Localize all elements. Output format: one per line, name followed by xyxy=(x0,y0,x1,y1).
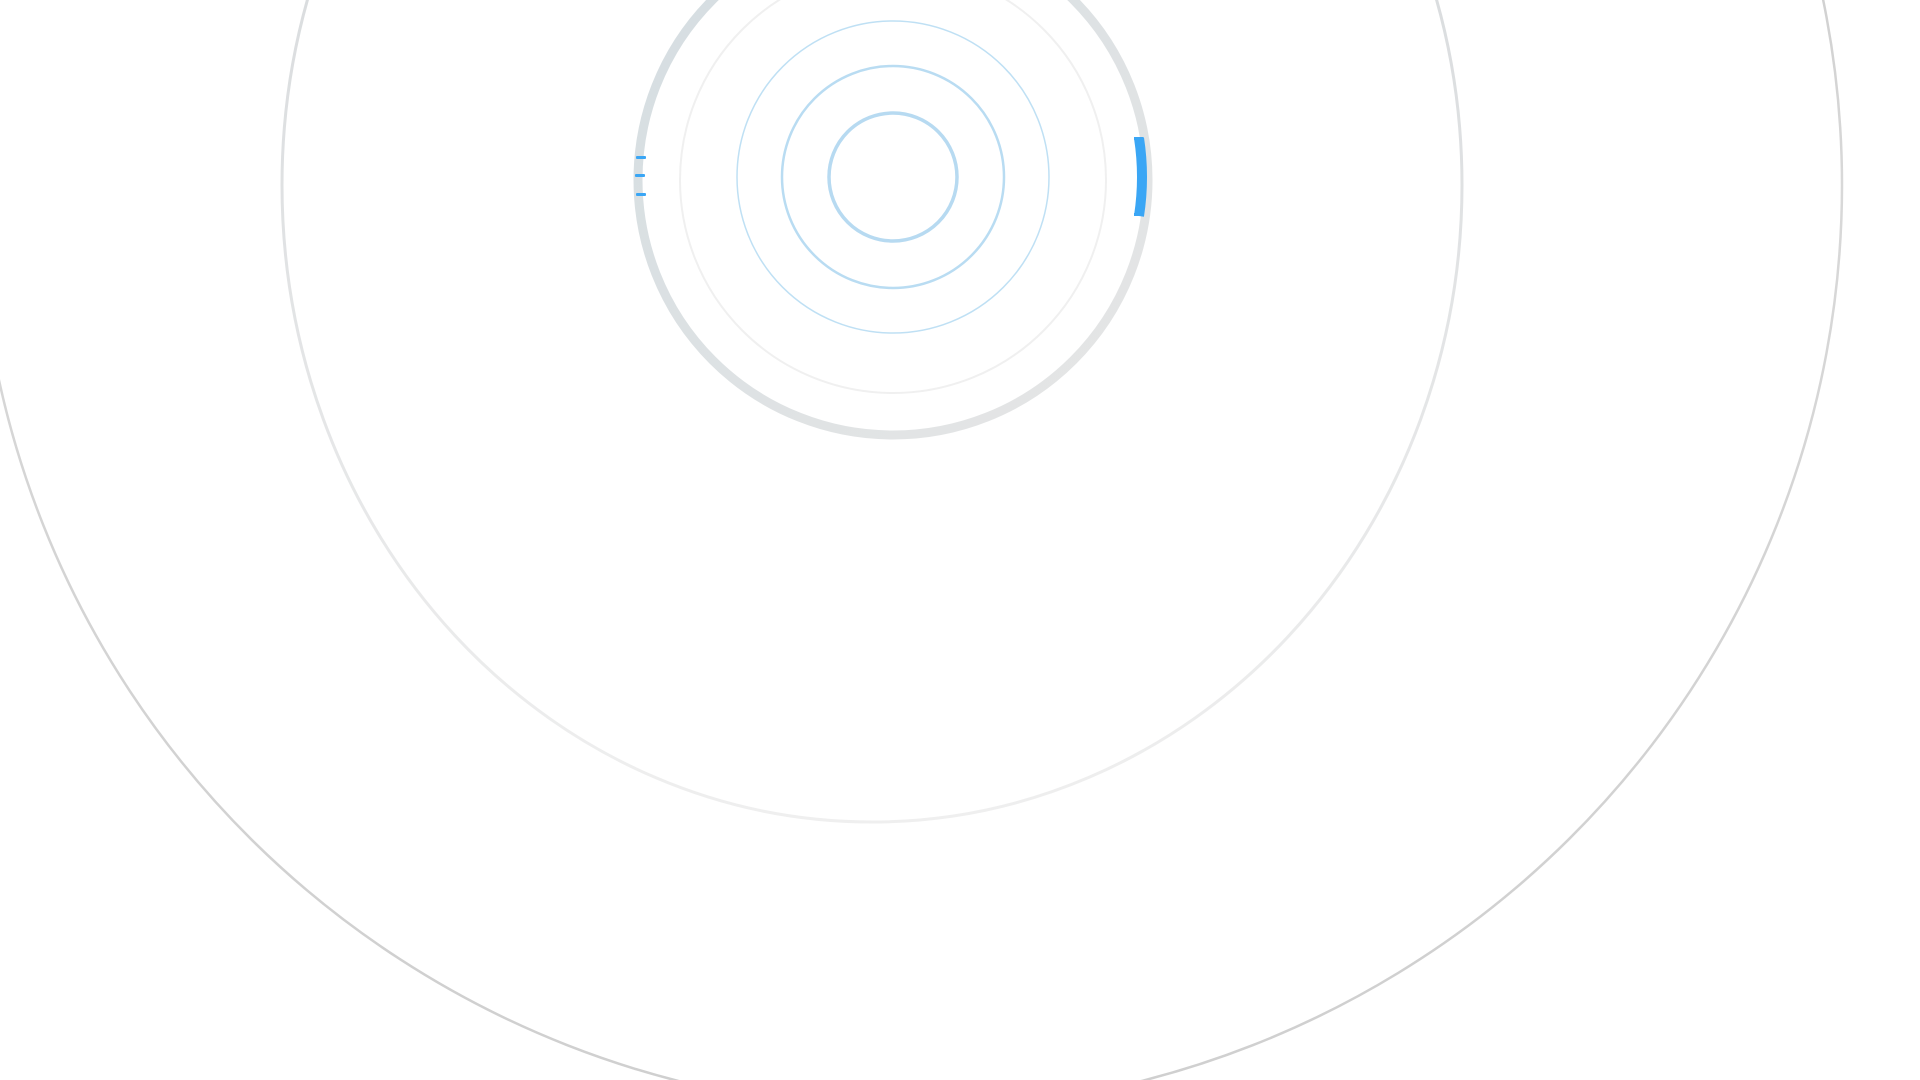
accent-tick-top xyxy=(1134,137,1143,140)
blue-ring-outer xyxy=(736,20,1050,334)
blue-ring-middle xyxy=(780,64,1006,290)
large-ring xyxy=(280,0,1464,824)
blue-ring-inner xyxy=(827,111,959,243)
accent-arc xyxy=(1134,137,1147,217)
concentric-rings-graphic xyxy=(0,0,1920,1080)
accent-tick-bottom xyxy=(1134,213,1143,216)
outer-ring xyxy=(0,0,1843,1080)
faint-ring xyxy=(679,0,1107,394)
rings-svg xyxy=(0,0,1843,1080)
